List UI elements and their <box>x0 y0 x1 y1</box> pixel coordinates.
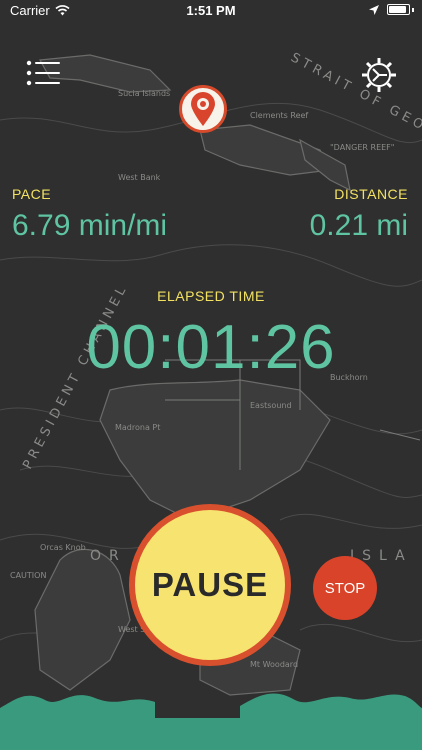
svg-text:"DANGER REEF": "DANGER REEF" <box>330 143 394 152</box>
list-menu-icon[interactable] <box>26 60 60 86</box>
svg-text:Clements Reef: Clements Reef <box>250 111 308 120</box>
water-wave-decoration <box>0 693 422 750</box>
gear-icon[interactable] <box>360 56 398 94</box>
svg-text:Eastsound: Eastsound <box>250 401 292 410</box>
stop-button[interactable]: STOP <box>313 556 377 620</box>
status-bar: Carrier 1:51 PM <box>0 0 422 22</box>
map-pin-badge[interactable] <box>179 85 227 133</box>
distance-label: DISTANCE <box>334 186 408 202</box>
svg-text:West Bank: West Bank <box>118 173 161 182</box>
elapsed-time-label: ELAPSED TIME <box>157 288 265 304</box>
svg-text:CAUTION: CAUTION <box>10 571 46 580</box>
pause-button[interactable]: PAUSE <box>129 504 291 666</box>
location-arrow-icon <box>369 4 379 15</box>
status-time: 1:51 PM <box>186 3 236 18</box>
elapsed-time-value: 00:01:26 <box>86 313 336 382</box>
pace-value: 6.79 min/mi <box>12 209 168 242</box>
svg-text:Madrona Pt: Madrona Pt <box>115 423 160 432</box>
battery-tip <box>412 7 414 12</box>
pace-label: PACE <box>12 186 52 202</box>
svg-text:Sucia Islands: Sucia Islands <box>118 89 170 98</box>
stop-button-label: STOP <box>324 579 366 597</box>
status-right <box>369 4 414 15</box>
pause-button-label: PAUSE <box>151 566 269 603</box>
svg-text:OR: OR <box>90 548 127 564</box>
battery-icon <box>387 4 410 15</box>
distance-value: 0.21 mi <box>309 209 408 242</box>
svg-text:Orcas Knob: Orcas Knob <box>40 543 86 552</box>
svg-text:Mt Woodard: Mt Woodard <box>250 660 298 669</box>
map-pin-icon <box>191 92 215 126</box>
